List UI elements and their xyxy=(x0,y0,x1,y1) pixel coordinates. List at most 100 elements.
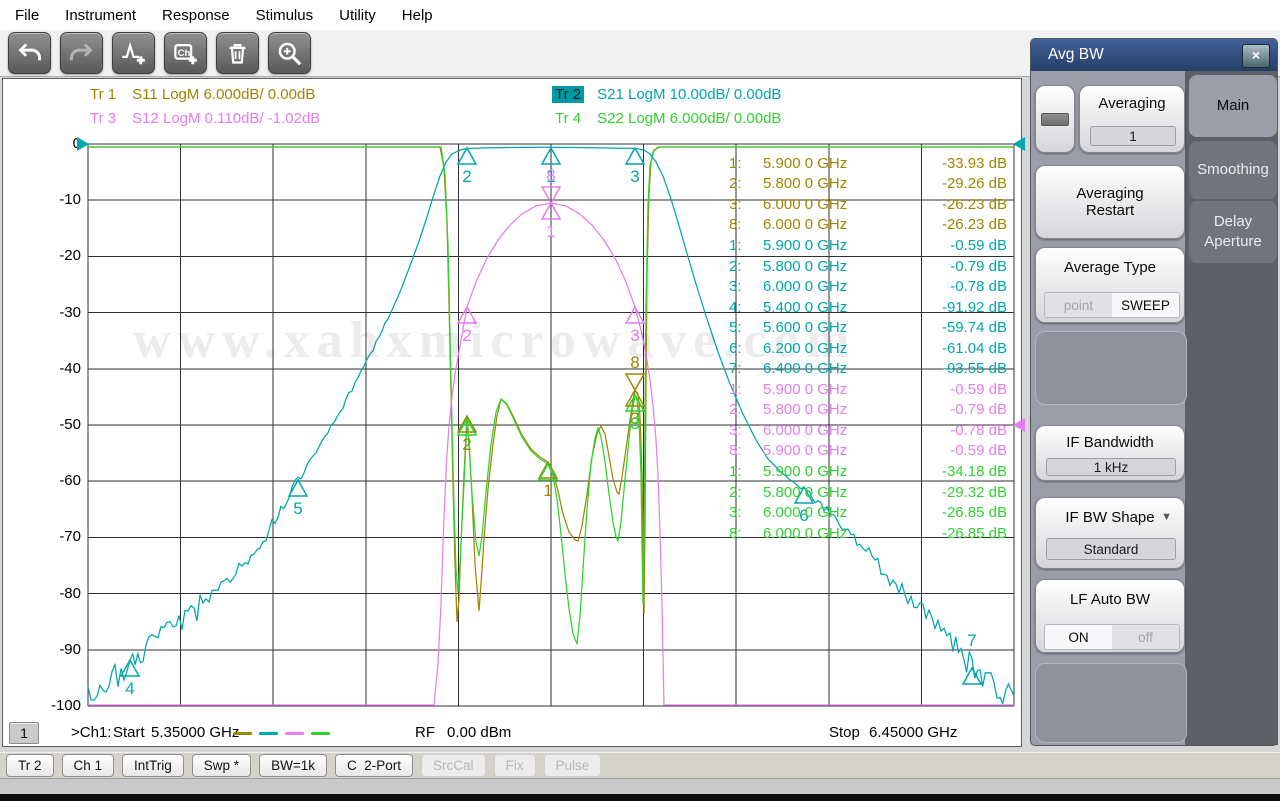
chart-window: Tr 1 S11 LogM 6.000dB/ 0.00dB Tr 2 S21 LogM… xyxy=(2,78,1025,747)
averaging-restart-button[interactable]: Averaging Restart xyxy=(1035,165,1185,239)
trace-id: Tr 1 xyxy=(90,86,117,103)
stop-label[interactable]: Stop xyxy=(829,724,860,741)
marker-frequency: 6.000 0 GHz xyxy=(763,195,848,213)
average-type-button[interactable]: Average Type point SWEEP xyxy=(1035,247,1185,323)
status-c-2-port[interactable]: C 2-Port xyxy=(334,754,413,777)
y-tick-label: -100 xyxy=(50,697,81,714)
trace-dash-icon-tr1 xyxy=(233,732,252,735)
y-tick-label: -80 xyxy=(59,584,81,602)
marker-number: 8: xyxy=(729,216,742,234)
trace-label-tr3[interactable]: Tr 3 S12 LogM 0.110dB/ -1.02dB xyxy=(87,110,320,127)
menu-stimulus[interactable]: Stimulus xyxy=(243,3,327,28)
marker-table-row: 3: 6.000 0 GHz -0.78 dB xyxy=(729,276,1011,297)
delete-button[interactable] xyxy=(216,32,259,74)
svg-text:4: 4 xyxy=(125,679,134,698)
tab-smoothing[interactable]: Smoothing xyxy=(1189,141,1277,199)
menu-file[interactable]: File xyxy=(2,3,52,28)
marker-value: -33.93 dB xyxy=(941,154,1007,172)
lf-auto-bw-off-option[interactable]: off xyxy=(1112,625,1179,649)
marker-8-tr1[interactable]: 8 xyxy=(624,353,646,392)
marker-value: -26.85 dB xyxy=(941,524,1007,542)
tab-main-label: Main xyxy=(1216,96,1250,114)
tab-delay-aperture-label: Delay Aperture xyxy=(1204,212,1262,250)
marker-number: 2: xyxy=(729,175,742,193)
marker-table-row: 4: 5.400 0 GHz -91.92 dB xyxy=(729,297,1011,318)
marker-table-row: 5: 5.600 0 GHz -59.74 dB xyxy=(729,317,1011,338)
marker-table-row: 2: 5.800 0 GHz -0.79 dB xyxy=(729,256,1011,277)
marker-frequency: 6.200 0 GHz xyxy=(763,339,848,357)
marker-value: -0.59 dB xyxy=(950,380,1007,398)
marker-frequency: 5.600 0 GHz xyxy=(763,319,848,337)
status-fix: Fix xyxy=(493,754,536,777)
lf-auto-bw-label: LF Auto BW xyxy=(1069,591,1151,608)
y-tick-label: -70 xyxy=(59,528,81,546)
menu-bar: File Instrument Response Stimulus Utility Hel… xyxy=(0,0,1280,30)
start-value[interactable]: 5.35000 GHz xyxy=(151,724,239,741)
marker-number: 8: xyxy=(729,524,742,542)
status-bw-1k[interactable]: BW=1k xyxy=(259,754,327,777)
marker-5-tr2[interactable]: 5 xyxy=(287,478,309,518)
marker-3-tr2[interactable]: 3 xyxy=(624,146,646,186)
status-srccal: SrcCal xyxy=(420,754,486,777)
average-type-point-option[interactable]: point xyxy=(1045,293,1112,317)
menu-utility[interactable]: Utility xyxy=(326,3,389,28)
averaging-button[interactable]: Averaging 1 xyxy=(1079,85,1185,153)
trace-label-tr4[interactable]: Tr 4 S22 LogM 6.000dB/ 0.00dB xyxy=(552,110,781,127)
svg-text:8: 8 xyxy=(546,166,555,185)
marker-frequency: 6.000 0 GHz xyxy=(763,216,848,234)
undo-button[interactable] xyxy=(8,32,51,74)
averaging-value: 1 xyxy=(1090,126,1176,146)
add-channel-button[interactable]: Ch xyxy=(164,32,207,74)
marker-value: -0.59 dB xyxy=(950,236,1007,254)
trace-color-dashes xyxy=(233,732,337,735)
menu-response[interactable]: Response xyxy=(149,3,243,28)
trace-dash-icon-tr3 xyxy=(285,732,304,735)
marker-frequency: 6.000 0 GHz xyxy=(763,278,848,296)
marker-number: 1: xyxy=(729,236,742,254)
lf-auto-bw-toggle: ON off xyxy=(1044,624,1180,650)
vna-application-window: File Instrument Response Stimulus Utility Hel… xyxy=(0,0,1280,801)
y-tick-label: -10 xyxy=(59,191,81,209)
marker-table-row: 2: 5.800 0 GHz -29.26 dB xyxy=(729,174,1011,195)
chevron-down-icon: ▼ xyxy=(1161,511,1172,523)
trace-label-tr1[interactable]: Tr 1 S11 LogM 6.000dB/ 0.00dB xyxy=(87,86,315,103)
marker-value: -91.92 dB xyxy=(941,298,1007,316)
zoom-button[interactable] xyxy=(268,32,311,74)
marker-table-row: 1: 5.900 0 GHz -33.93 dB xyxy=(729,153,1011,174)
status-ch-1[interactable]: Ch 1 xyxy=(61,754,115,777)
status-swp-[interactable]: Swp * xyxy=(191,754,252,777)
menu-instrument[interactable]: Instrument xyxy=(52,3,149,28)
if-bw-shape-button[interactable]: IF BW Shape ▼ Standard xyxy=(1035,497,1185,569)
status-inttrig[interactable]: IntTrig xyxy=(122,754,184,777)
status-tr-2[interactable]: Tr 2 xyxy=(6,754,54,777)
close-icon[interactable]: × xyxy=(1242,44,1270,68)
start-label[interactable]: Start xyxy=(113,724,145,741)
if-bandwidth-button[interactable]: IF Bandwidth 1 kHz xyxy=(1035,425,1185,481)
trace-label-tr2[interactable]: Tr 2 S21 LogM 10.00dB/ 0.00dB xyxy=(552,86,781,103)
lf-auto-bw-on-option[interactable]: ON xyxy=(1045,625,1112,649)
tab-delay-aperture[interactable]: Delay Aperture xyxy=(1189,201,1277,263)
stop-value[interactable]: 6.45000 GHz xyxy=(869,724,957,741)
marker-number: 7: xyxy=(729,360,742,378)
marker-table-row: 2: 5.800 0 GHz -0.79 dB xyxy=(729,400,1011,421)
rf-value[interactable]: 0.00 dBm xyxy=(447,724,511,741)
lf-auto-bw-button[interactable]: LF Auto BW ON off xyxy=(1035,579,1185,653)
menu-help[interactable]: Help xyxy=(389,3,446,28)
status-bar: Tr 2 Ch 1 IntTrig Swp * BW=1k C 2-Port SrcCal F… xyxy=(0,752,1280,778)
marker-frequency: 5.800 0 GHz xyxy=(763,401,848,419)
channel-tab[interactable]: 1 xyxy=(9,722,39,744)
channel-prefix: >Ch1: xyxy=(71,724,112,741)
marker-2-tr2[interactable]: 2 xyxy=(456,146,478,186)
marker-value: -29.32 dB xyxy=(941,483,1007,501)
marker-table-row: 6: 6.200 0 GHz -61.04 dB xyxy=(729,338,1011,359)
add-trace-button[interactable] xyxy=(112,32,155,74)
y-tick-label: -40 xyxy=(59,359,81,377)
svg-text:2: 2 xyxy=(462,435,471,454)
marker-value: -0.79 dB xyxy=(950,257,1007,275)
tab-main[interactable]: Main xyxy=(1189,75,1277,137)
average-type-sweep-option[interactable]: SWEEP xyxy=(1112,293,1179,317)
marker-value: -26.23 dB xyxy=(941,216,1007,234)
marker-frequency: 5.900 0 GHz xyxy=(763,462,848,480)
averaging-led-button[interactable] xyxy=(1035,85,1075,153)
magnifier-plus-icon xyxy=(278,42,302,65)
